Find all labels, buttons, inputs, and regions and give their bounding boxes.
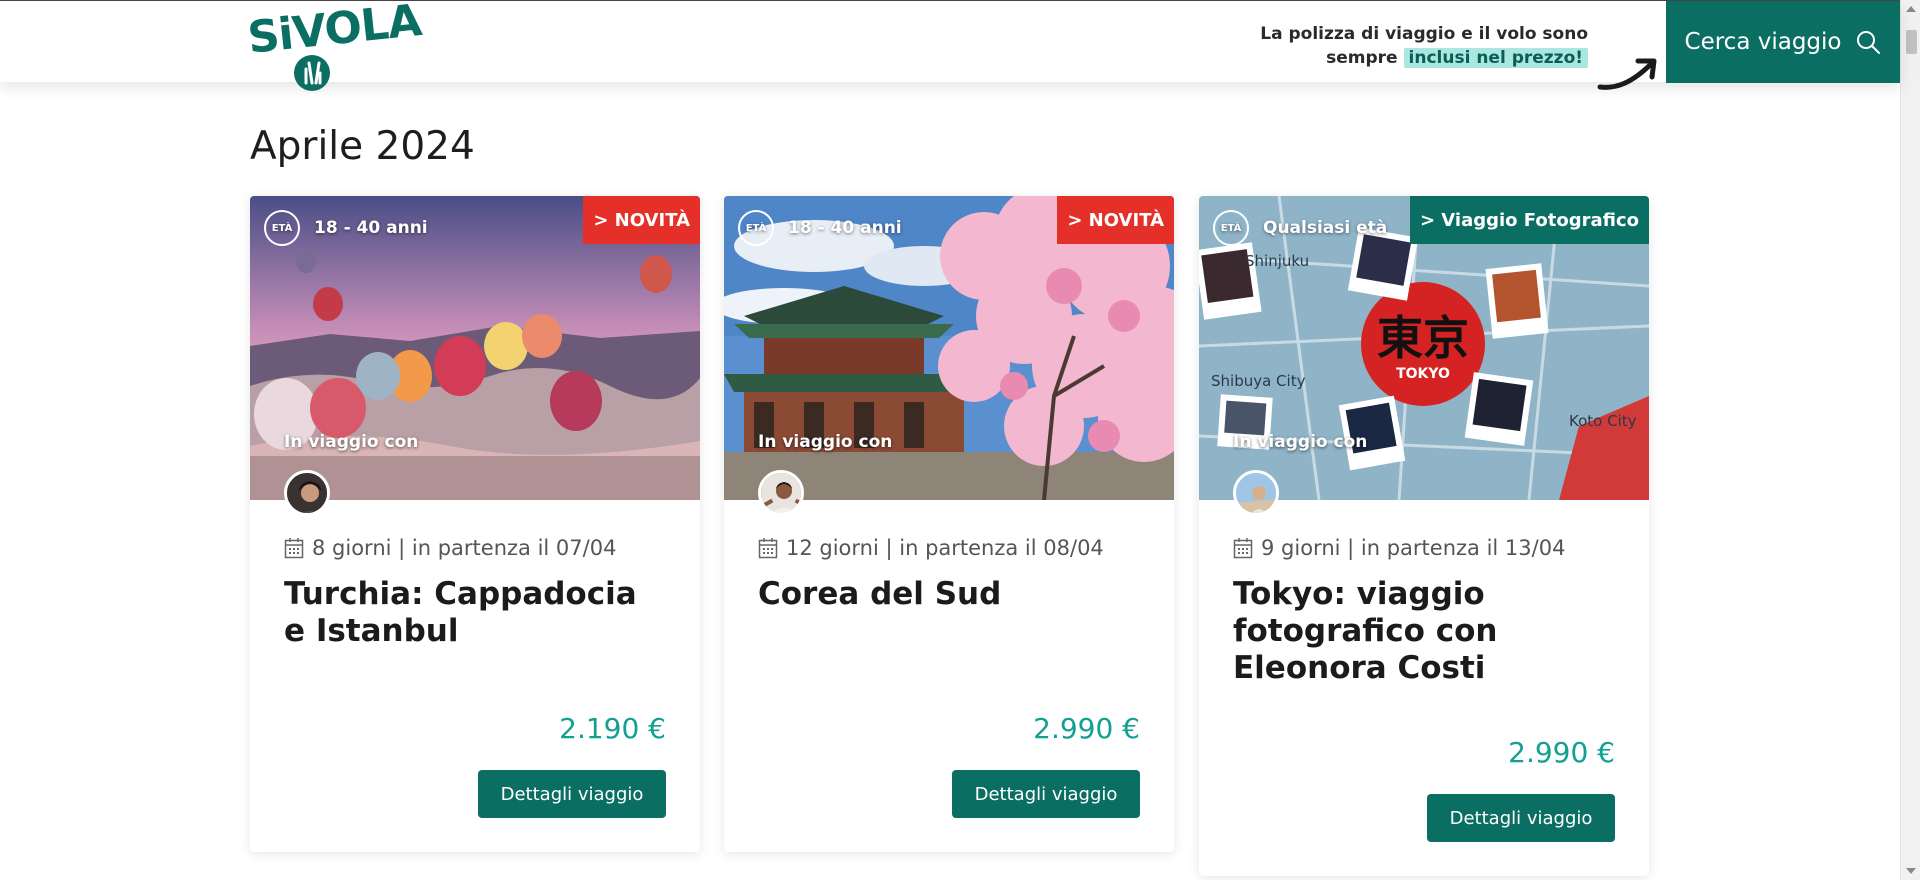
scroll-up-icon[interactable] [1906,6,1916,12]
guide-avatar[interactable] [758,470,804,516]
section-title: Aprile 2024 [250,124,475,169]
curved-arrow-icon [1597,58,1657,90]
age-range: ETÀ 18 - 40 anni [738,210,902,246]
trip-image[interactable]: ETÀ 18 - 40 anni > NOVITÀ In viaggio con [724,196,1174,500]
guide-avatar[interactable] [284,470,330,516]
trip-meta-text: 12 giorni | in partenza il 08/04 [786,536,1104,560]
age-label: Qualsiasi età [1263,218,1388,238]
photo-trip-badge: > Viaggio Fotografico [1409,196,1649,244]
scrollbar-thumb[interactable] [1906,30,1917,54]
trip-meta-text: 8 giorni | in partenza il 07/04 [312,536,617,560]
promo-prefix: sempre [1326,48,1398,68]
trip-title[interactable]: Corea del Sud [758,576,1140,613]
logo-text: SiVOLA [245,0,424,64]
trip-meta: 9 giorni | in partenza il 13/04 [1233,536,1615,560]
svg-text:Shibuya City: Shibuya City [1211,372,1306,390]
trip-card-body: 12 giorni | in partenza il 08/04 Corea d… [724,500,1174,613]
trip-title[interactable]: Tokyo: viaggio fotografico con Eleonora … [1233,576,1615,687]
scroll-down-icon[interactable] [1906,868,1916,874]
svg-text:TOKYO: TOKYO [1396,366,1450,382]
trip-title[interactable]: Turchia: Cappadocia e Istanbul [284,576,666,650]
trip-meta-text: 9 giorni | in partenza il 13/04 [1261,536,1566,560]
age-icon: ETÀ [264,210,300,246]
promo-line-1: La polizza di viaggio e il volo sono [1260,24,1588,44]
traveling-with-label: In viaggio con [284,432,419,452]
svg-text:Shinjuku: Shinjuku [1245,252,1309,270]
new-badge: > NOVITÀ [583,196,700,244]
search-trip-button[interactable]: Cerca viaggio [1666,1,1900,83]
calendar-icon [284,538,304,559]
trip-price: 2.190 € [559,712,666,745]
age-icon: ETÀ [1213,210,1249,246]
trip-details-button[interactable]: Dettagli viaggio [1427,794,1615,842]
trip-price: 2.990 € [1508,736,1615,769]
age-label: 18 - 40 anni [788,218,902,238]
calendar-icon [1233,538,1253,559]
trip-card-body: 8 giorni | in partenza il 07/04 Turchia:… [250,500,700,650]
age-range: ETÀ Qualsiasi età [1213,210,1387,246]
trip-card[interactable]: ETÀ 18 - 40 anni > NOVITÀ In viaggio con [724,196,1174,852]
trip-image[interactable]: ETÀ 18 - 40 anni > NOVITÀ In viaggio con [250,196,700,500]
trip-card-body: 9 giorni | in partenza il 13/04 Tokyo: v… [1199,500,1649,687]
age-label: 18 - 40 anni [314,218,428,238]
traveling-with-label: In viaggio con [1233,432,1368,452]
promo-text: La polizza di viaggio e il volo sono sem… [1260,22,1588,70]
calendar-icon [758,538,778,559]
site-header: SiVOLA La polizza di viaggio e il volo s… [0,0,1900,91]
trip-details-button[interactable]: Dettagli viaggio [478,770,666,818]
trip-details-button[interactable]: Dettagli viaggio [952,770,1140,818]
trip-image[interactable]: 東京 TOKYO Shibuya City Koto City Shinjuku… [1199,196,1649,500]
age-range: ETÀ 18 - 40 anni [264,210,428,246]
new-badge: > NOVITÀ [1057,196,1174,244]
trip-meta: 12 giorni | in partenza il 08/04 [758,536,1140,560]
traveling-with-label: In viaggio con [758,432,893,452]
search-trip-label: Cerca viaggio [1684,29,1842,55]
search-icon [1857,31,1881,54]
trip-card[interactable]: 東京 TOKYO Shibuya City Koto City Shinjuku… [1199,196,1649,876]
page-scrollbar[interactable] [1900,0,1920,880]
guide-avatar[interactable] [1233,470,1279,516]
svg-text:東京: 東京 [1377,311,1469,365]
trip-price: 2.990 € [1033,712,1140,745]
peace-hand-icon [294,55,330,91]
promo-highlight: inclusi nel prezzo! [1403,48,1588,68]
trip-meta: 8 giorni | in partenza il 07/04 [284,536,666,560]
promo-line-2: sempre inclusi nel prezzo! [1260,46,1588,70]
logo[interactable]: SiVOLA [245,0,423,93]
svg-text:Koto City: Koto City [1569,412,1637,430]
trip-card[interactable]: ETÀ 18 - 40 anni > NOVITÀ In viaggio con… [250,196,700,852]
age-icon: ETÀ [738,210,774,246]
